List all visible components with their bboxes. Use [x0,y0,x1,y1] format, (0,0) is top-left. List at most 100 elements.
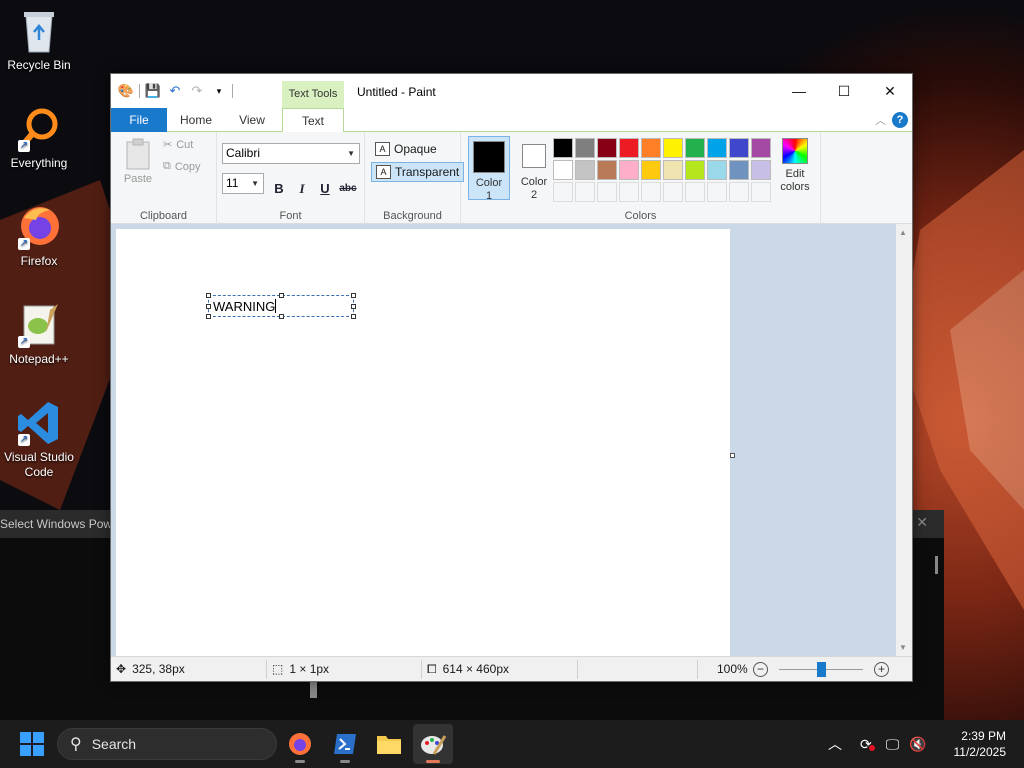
resize-handle[interactable] [206,293,211,298]
palette-swatch[interactable] [575,160,595,180]
palette-swatch[interactable] [553,138,573,158]
desktop-icon-recycle-bin[interactable]: Recycle Bin [0,8,79,73]
canvas-resize-handle[interactable] [730,453,735,458]
tab-home[interactable]: Home [173,108,219,132]
resize-handle[interactable] [351,293,356,298]
color1-swatch [473,141,505,173]
palette-swatch-empty[interactable] [619,182,639,202]
opaque-option[interactable]: A Opaque [371,139,441,159]
taskbar-search[interactable]: ⚲ Search [57,728,277,760]
taskbar-file-explorer[interactable] [369,724,409,764]
desktop-icon-vscode[interactable]: ↗ Visual Studio Code [0,400,79,480]
taskbar-firefox[interactable] [280,724,320,764]
paste-button[interactable]: Paste [119,138,157,185]
drawing-canvas[interactable]: WARNING [116,229,730,656]
resize-handle[interactable] [206,304,211,309]
maximize-button[interactable]: ☐ [821,74,867,108]
palette-swatch[interactable] [553,160,573,180]
tab-view[interactable]: View [229,108,275,132]
zoom-in-button[interactable]: + [874,662,889,677]
palette-swatch-empty[interactable] [707,182,727,202]
bold-button[interactable]: B [269,179,289,199]
scroll-down-icon[interactable]: ▼ [899,643,907,652]
palette-swatch[interactable] [597,160,617,180]
palette-swatch[interactable] [707,138,727,158]
palette-swatch-empty[interactable] [663,182,683,202]
palette-swatch[interactable] [641,160,661,180]
group-label: Background [383,210,442,222]
italic-button[interactable]: I [292,179,312,199]
zoom-out-button[interactable]: − [753,662,768,677]
resize-handle[interactable] [279,314,284,319]
palette-swatch[interactable] [685,138,705,158]
palette-swatch-empty[interactable] [575,182,595,202]
palette-swatch-empty[interactable] [641,182,661,202]
palette-swatch[interactable] [619,138,639,158]
palette-swatch[interactable] [729,138,749,158]
taskbar-paint[interactable] [413,724,453,764]
strikethrough-button[interactable]: abc [338,179,358,199]
desktop-icon-label: Notepad++ [9,352,69,366]
undo-icon[interactable]: ↶ [166,82,184,100]
color2-button[interactable]: Color 2 [513,136,555,201]
zoom-slider-thumb[interactable] [817,662,826,677]
transparent-option[interactable]: A Transparent [371,162,465,182]
desktop-icon-firefox[interactable]: ↗ Firefox [0,204,79,269]
status-bar: ✥ 325, 38px ⬚ 1 × 1px ⧠ 614 × 460px 100%… [111,656,912,681]
close-button[interactable]: ✕ [867,74,913,108]
palette-swatch-empty[interactable] [597,182,617,202]
desktop-icon-notepadpp[interactable]: ↗ Notepad++ [0,302,79,367]
palette-swatch-empty[interactable] [729,182,749,202]
tab-text[interactable]: Text [282,108,344,133]
vertical-scrollbar[interactable]: ▲ ▼ [896,224,912,656]
palette-swatch[interactable] [751,138,771,158]
palette-swatch[interactable] [641,138,661,158]
font-size-select[interactable]: 11 ▼ [222,173,264,194]
collapse-ribbon-icon[interactable]: ︿ [875,112,886,128]
resize-handle[interactable] [279,293,284,298]
start-button[interactable] [12,724,52,764]
desktop-icon-everything[interactable]: ↗ Everything [0,106,79,171]
palette-swatch[interactable] [597,138,617,158]
scrollbar-thumb[interactable] [935,556,938,574]
help-icon[interactable]: ? [892,112,908,128]
palette-swatch[interactable] [575,138,595,158]
volume-muted-icon[interactable]: 🔇 [909,736,926,753]
color1-button[interactable]: Color 1 [468,136,510,202]
resize-handle[interactable] [351,304,356,309]
clock-time: 2:39 PM [961,729,1006,743]
network-icon[interactable]: 🖵 [886,736,900,753]
palette-swatch[interactable] [663,160,683,180]
text-box[interactable]: WARNING [206,293,356,319]
palette-swatch[interactable] [663,138,683,158]
taskbar-clock[interactable]: 2:39 PM 11/2/2025 [954,728,1007,760]
palette-swatch-empty[interactable] [553,182,573,202]
palette-swatch[interactable] [619,160,639,180]
scroll-up-icon[interactable]: ▲ [899,228,907,237]
palette-swatch[interactable] [707,160,727,180]
resize-handle[interactable] [206,314,211,319]
palette-swatch[interactable] [685,160,705,180]
tab-file[interactable]: File [111,108,167,132]
scrollbar-thumb[interactable] [310,682,317,698]
palette-swatch[interactable] [751,160,771,180]
edit-colors-button[interactable]: Edit colors [777,138,813,194]
taskbar-powershell[interactable] [325,724,365,764]
customize-toolbar-icon[interactable]: ▾ [210,82,228,100]
palette-swatch-empty[interactable] [751,182,771,202]
save-icon[interactable]: 💾 [144,82,162,100]
copy-button[interactable]: ⧉ Copy [163,160,201,173]
close-icon[interactable]: ✕ [916,514,928,531]
show-hidden-icons-icon[interactable]: ︿ [828,734,842,754]
paint-app-icon[interactable]: 🎨 [117,82,135,100]
underline-button[interactable]: U [315,179,335,199]
font-family-select[interactable]: Calibri ▼ [222,143,360,164]
palette-swatch-empty[interactable] [685,182,705,202]
update-icon[interactable]: ⟳ [860,736,875,753]
resize-handle[interactable] [351,314,356,319]
redo-icon[interactable]: ↷ [188,82,206,100]
firefox-icon [289,733,311,755]
cut-button[interactable]: ✂ Cut [163,138,193,152]
palette-swatch[interactable] [729,160,749,180]
minimize-button[interactable]: — [776,74,822,108]
